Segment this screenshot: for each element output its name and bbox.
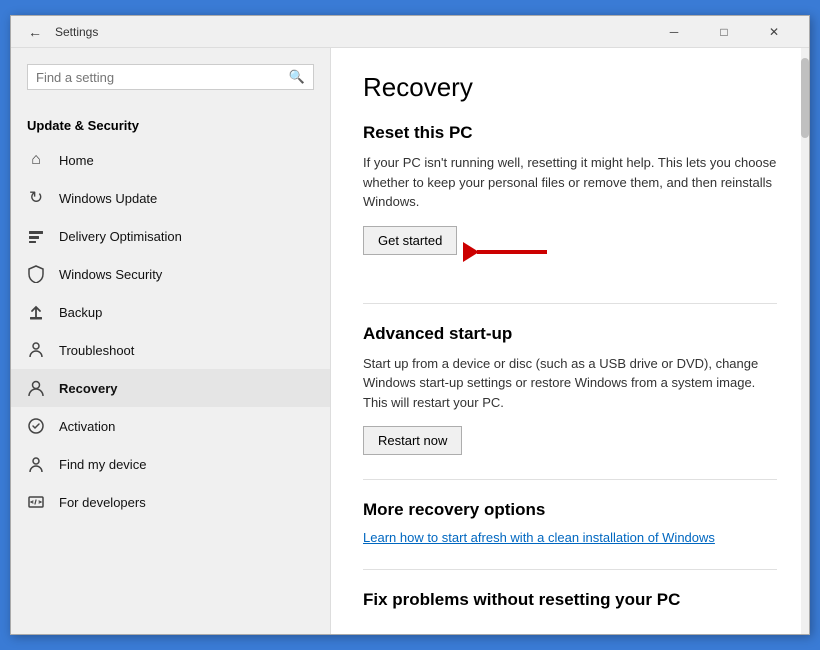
sidebar-header: 🔍 bbox=[11, 48, 330, 110]
sidebar-item-for-developers[interactable]: For developers bbox=[11, 483, 330, 521]
advanced-startup-desc: Start up from a device or disc (such as … bbox=[363, 354, 777, 413]
sidebar-item-recovery-label: Recovery bbox=[59, 381, 118, 396]
get-started-arrow bbox=[463, 242, 547, 262]
main-content: Recovery Reset this PC If your PC isn't … bbox=[331, 48, 809, 634]
sidebar-item-activation-label: Activation bbox=[59, 419, 115, 434]
sidebar-item-windows-security[interactable]: Windows Security bbox=[11, 255, 330, 293]
sidebar-item-for-developers-label: For developers bbox=[59, 495, 146, 510]
close-button[interactable]: ✕ bbox=[751, 16, 797, 48]
reset-pc-desc: If your PC isn't running well, resetting… bbox=[363, 153, 777, 212]
get-started-button[interactable]: Get started bbox=[363, 226, 457, 255]
fix-problems-title: Fix problems without resetting your PC bbox=[363, 590, 777, 610]
sidebar-item-troubleshoot[interactable]: Troubleshoot bbox=[11, 331, 330, 369]
scrollbar-thumb[interactable] bbox=[801, 58, 809, 138]
developers-icon bbox=[27, 493, 45, 511]
settings-window: ← Settings ─ □ ✕ 🔍 Update & Security ⌂ H… bbox=[10, 15, 810, 635]
find-my-device-icon bbox=[27, 455, 45, 473]
scrollbar-track[interactable] bbox=[801, 48, 809, 634]
sidebar-item-find-device-label: Find my device bbox=[59, 457, 146, 472]
clean-install-link[interactable]: Learn how to start afresh with a clean i… bbox=[363, 530, 777, 545]
recovery-icon bbox=[27, 379, 45, 397]
sidebar-item-home[interactable]: ⌂ Home bbox=[11, 141, 330, 179]
sidebar-item-find-my-device[interactable]: Find my device bbox=[11, 445, 330, 483]
sidebar-section-title: Update & Security bbox=[11, 110, 330, 141]
sidebar: 🔍 Update & Security ⌂ Home ↻ Windows Upd… bbox=[11, 48, 331, 634]
sidebar-item-delivery-label: Delivery Optimisation bbox=[59, 229, 182, 244]
security-icon bbox=[27, 265, 45, 283]
search-icon: 🔍 bbox=[289, 69, 305, 85]
minimize-button[interactable]: ─ bbox=[651, 16, 697, 48]
sidebar-item-windows-update[interactable]: ↻ Windows Update bbox=[11, 179, 330, 217]
activation-icon bbox=[27, 417, 45, 435]
advanced-startup-title: Advanced start-up bbox=[363, 324, 777, 344]
reset-pc-title: Reset this PC bbox=[363, 123, 777, 143]
search-input[interactable] bbox=[36, 70, 289, 85]
sidebar-item-windows-security-label: Windows Security bbox=[59, 267, 162, 282]
sidebar-item-troubleshoot-label: Troubleshoot bbox=[59, 343, 134, 358]
divider-3 bbox=[363, 569, 777, 570]
page-title: Recovery bbox=[363, 72, 777, 103]
backup-icon bbox=[27, 303, 45, 321]
get-started-wrapper: Get started bbox=[363, 226, 457, 279]
more-recovery-title: More recovery options bbox=[363, 500, 777, 520]
maximize-button[interactable]: □ bbox=[701, 16, 747, 48]
content-area: 🔍 Update & Security ⌂ Home ↻ Windows Upd… bbox=[11, 48, 809, 634]
sidebar-item-backup[interactable]: Backup bbox=[11, 293, 330, 331]
titlebar: ← Settings ─ □ ✕ bbox=[11, 16, 809, 48]
back-button[interactable]: ← bbox=[23, 20, 47, 44]
sidebar-item-backup-label: Backup bbox=[59, 305, 102, 320]
window-controls: ─ □ ✕ bbox=[651, 16, 797, 48]
search-box[interactable]: 🔍 bbox=[27, 64, 314, 90]
sidebar-item-home-label: Home bbox=[59, 153, 94, 168]
update-icon: ↻ bbox=[27, 189, 45, 207]
divider-1 bbox=[363, 303, 777, 304]
divider-2 bbox=[363, 479, 777, 480]
sidebar-item-windows-update-label: Windows Update bbox=[59, 191, 157, 206]
sidebar-item-recovery[interactable]: Recovery bbox=[11, 369, 330, 407]
restart-now-button[interactable]: Restart now bbox=[363, 426, 462, 455]
delivery-icon bbox=[27, 227, 45, 245]
sidebar-item-delivery-optimisation[interactable]: Delivery Optimisation bbox=[11, 217, 330, 255]
window-title: Settings bbox=[55, 25, 651, 39]
sidebar-item-activation[interactable]: Activation bbox=[11, 407, 330, 445]
home-icon: ⌂ bbox=[27, 151, 45, 169]
troubleshoot-icon bbox=[27, 341, 45, 359]
